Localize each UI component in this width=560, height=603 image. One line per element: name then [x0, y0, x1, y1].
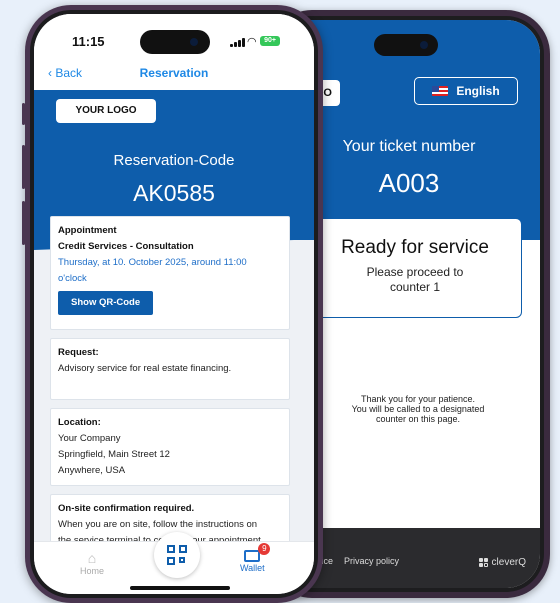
- front-phone-screen: 11:15 ◠ 90+ ‹ Back Reservation YOUR LOGO…: [34, 14, 314, 594]
- tab-bar: ⌂ Home 9 Wallet: [34, 532, 314, 594]
- appointment-datetime: o'clock: [58, 273, 87, 284]
- dynamic-island: [140, 30, 210, 54]
- wallet-icon: 9: [244, 543, 271, 562]
- location-heading: Location:: [58, 417, 101, 428]
- patience-line: You will be called to a designated: [351, 404, 485, 414]
- status-line: Please proceed to: [366, 265, 464, 279]
- clock: 11:15: [72, 34, 105, 49]
- request-heading: Request:: [58, 347, 99, 358]
- tab-home-label: Home: [80, 566, 105, 576]
- appointment-heading: Appointment: [58, 225, 117, 236]
- reservation-code: AK0585: [133, 180, 215, 206]
- home-icon: ⌂: [87, 550, 97, 566]
- page-title: Reservation: [139, 66, 209, 80]
- qr-code-icon: [167, 545, 187, 565]
- battery-indicator: 90+: [260, 36, 280, 46]
- status-card: Ready for service Please proceed to coun…: [308, 218, 522, 318]
- dynamic-island: [374, 34, 438, 56]
- cleverq-logo-icon: [478, 557, 489, 568]
- location-line: Your Company: [58, 433, 121, 444]
- language-label: English: [456, 84, 500, 98]
- onsite-heading: On-site confirmation required.: [58, 503, 195, 514]
- volume-down-button: [22, 201, 25, 245]
- nav-bar: ‹ Back Reservation: [34, 60, 314, 90]
- tab-wallet[interactable]: 9 Wallet: [240, 543, 271, 573]
- request-card: Request: Advisory service for real estat…: [50, 338, 290, 400]
- request-text: Advisory service for real estate financi…: [58, 363, 232, 374]
- status-title: Ready for service: [341, 237, 489, 258]
- front-phone-frame: 11:15 ◠ 90+ ‹ Back Reservation YOUR LOGO…: [30, 10, 318, 598]
- status-line: counter 1: [389, 280, 441, 294]
- appointment-service: Credit Services - Consultation: [58, 241, 194, 252]
- onsite-text: When you are on site, follow the instruc…: [58, 519, 258, 530]
- privacy-policy-link[interactable]: Privacy policy: [344, 556, 399, 566]
- tab-wallet-label: Wallet: [240, 563, 265, 573]
- language-button[interactable]: English: [414, 77, 518, 105]
- status-bar: 11:15 ◠ 90+: [34, 14, 314, 60]
- front-phone: 11:15 ◠ 90+ ‹ Back Reservation YOUR LOGO…: [22, 5, 323, 603]
- volume-up-button: [22, 145, 25, 189]
- signal-icon: [230, 38, 245, 47]
- appointment-card: Appointment Credit Services - Consultati…: [50, 216, 290, 330]
- location-line: Anywhere, USA: [58, 465, 126, 476]
- show-qr-code-button[interactable]: Show QR-Code: [58, 291, 154, 315]
- location-card: Location: Your Company Springfield, Main…: [50, 408, 290, 486]
- patience-message: Thank you for your patience. You will be…: [298, 394, 538, 424]
- reservation-code-label: Reservation-Code: [113, 152, 235, 169]
- mute-switch: [22, 103, 25, 125]
- wallet-badge: 9: [258, 543, 271, 555]
- us-flag-icon: [432, 86, 449, 96]
- brand-logo: cleverQ: [478, 557, 526, 568]
- patience-line: Thank you for your patience.: [360, 394, 476, 404]
- appointment-datetime: Thursday, at 10. October 2025, around 11…: [58, 257, 247, 268]
- brand-name: cleverQ: [491, 557, 526, 568]
- location-line: Springfield, Main Street 12: [58, 449, 170, 460]
- tab-home[interactable]: ⌂ Home: [80, 550, 104, 576]
- home-indicator: [130, 586, 230, 590]
- patience-line: counter on this page.: [375, 414, 461, 424]
- wifi-icon: ◠: [247, 36, 257, 48]
- status-subtitle: Please proceed to counter 1: [309, 265, 521, 295]
- company-logo: YOUR LOGO: [56, 99, 156, 123]
- scan-qr-button[interactable]: [154, 532, 200, 578]
